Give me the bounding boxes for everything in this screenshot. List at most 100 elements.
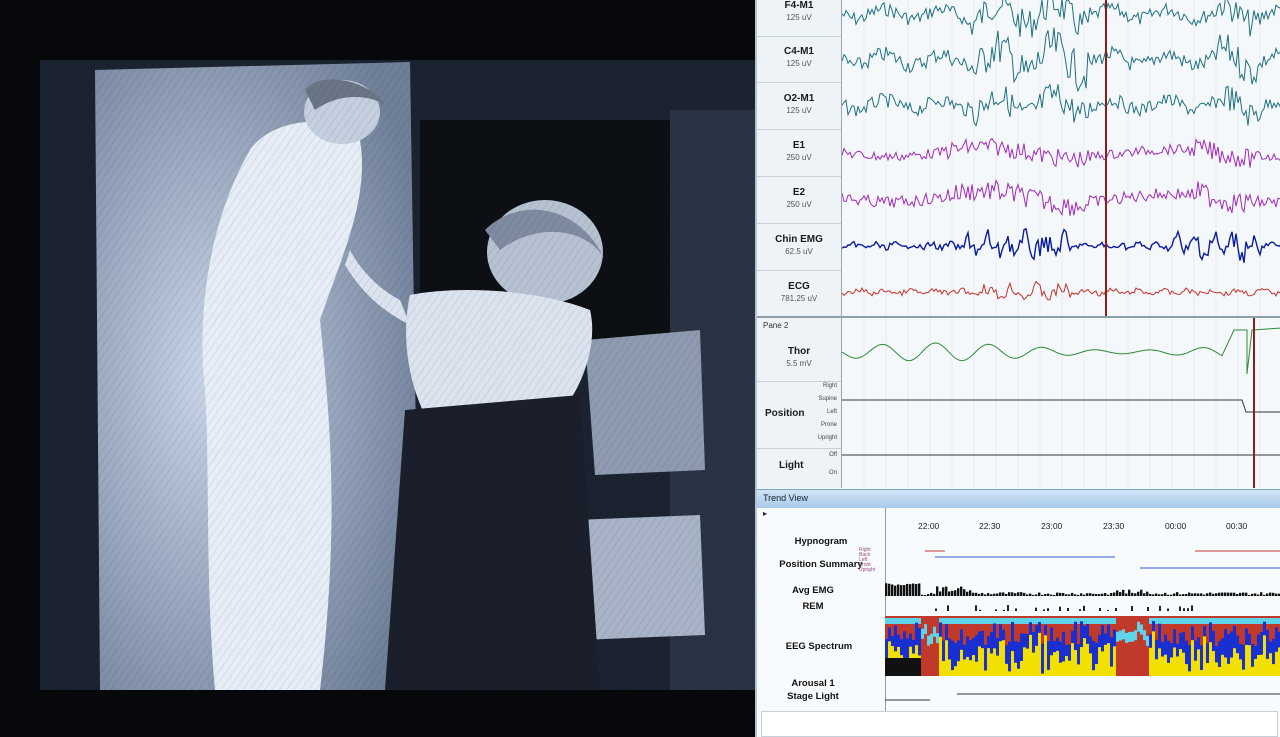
avg-emg-bar	[1227, 592, 1230, 596]
row-label-eeg-spectrum[interactable]: EEG Spectrum	[757, 641, 883, 652]
avg-emg-bar	[1209, 592, 1212, 596]
channel-label-c4-m1[interactable]: C4-M1 125 uV	[757, 37, 841, 83]
rem-tick	[1043, 609, 1045, 611]
rem-tick	[979, 609, 981, 611]
avg-emg-bar	[1173, 593, 1176, 596]
avg-emg-bar	[1110, 592, 1113, 596]
avg-emg-bar	[1230, 592, 1233, 596]
channel-label-e1[interactable]: E1 250 uV	[757, 131, 841, 177]
rem-tick	[935, 608, 937, 611]
pane2-waveforms[interactable]	[842, 318, 1280, 488]
avg-emg-bar	[1026, 594, 1029, 596]
pane1-waveforms[interactable]	[842, 0, 1280, 316]
row-label-arousal[interactable]: Arousal 1	[757, 678, 877, 689]
trend-view-footer-field[interactable]	[761, 711, 1278, 737]
channel-label-chin-emg[interactable]: Chin EMG 62.5 uV	[757, 225, 841, 271]
eeg-spectrum-column	[1203, 616, 1206, 676]
channel-label-f4-m1[interactable]: F4-M1 125 uV	[757, 0, 841, 37]
row-label-rem[interactable]: REM	[757, 601, 877, 612]
eeg-spectrum-column	[981, 616, 984, 676]
channel-label-ecg[interactable]: ECG 781.25 uV	[757, 272, 841, 316]
eeg-spectrum-column	[987, 616, 990, 676]
trend-view-titlebar[interactable]: Trend View	[757, 489, 1280, 509]
avg-emg-bar	[1068, 594, 1071, 596]
avg-emg-bar	[1260, 592, 1263, 596]
avg-emg-bar	[1233, 592, 1236, 596]
avg-emg-bar	[1044, 594, 1047, 596]
avg-emg-bar	[1119, 592, 1122, 596]
avg-emg-bar	[996, 593, 999, 596]
trend-view-panel: ▸ 22:00 22:30 23:00 23:30 00:00 00:30 Hy…	[757, 508, 1280, 737]
avg-emg-bar	[894, 585, 897, 596]
position-summary-tick: Upright	[859, 567, 876, 573]
eeg-spectrum-column	[906, 616, 909, 676]
eeg-spectrum-column	[1089, 616, 1092, 676]
row-label-stage-light[interactable]: Stage Light	[757, 691, 877, 702]
rem-tick	[1059, 606, 1061, 611]
trend-view-title: Trend View	[763, 493, 809, 503]
light-tick: On	[828, 470, 837, 476]
avg-emg-bar	[1002, 592, 1005, 596]
avg-emg-bar	[1221, 592, 1224, 596]
avg-emg-bar	[993, 593, 996, 596]
avg-emg-bar	[1218, 592, 1221, 596]
channel-gain: 781.25 uV	[780, 294, 818, 303]
eeg-spectrum-column	[1005, 616, 1008, 676]
channel-label-light[interactable]: Light Off On	[757, 448, 841, 486]
position-tick: Prone	[820, 422, 837, 428]
eeg-spectrum-column	[975, 616, 978, 676]
eeg-spectrum-column	[969, 616, 972, 676]
channel-label-position[interactable]: Position Right Supine Left Prone Upright	[757, 382, 841, 449]
eeg-spectrum-column	[1158, 616, 1161, 676]
row-label-hypnogram[interactable]: Hypnogram	[757, 536, 885, 547]
eeg-spectrum-column	[897, 616, 900, 676]
channel-gain: 125 uV	[786, 59, 812, 68]
eeg-spectrum-column	[1107, 616, 1110, 676]
avg-emg-bar	[936, 586, 939, 596]
channel-name: Thor	[787, 346, 811, 357]
eeg-spectrum-column	[1080, 616, 1083, 676]
eeg-spectrum-column	[1116, 616, 1119, 676]
eeg-spectrum-column	[1161, 616, 1164, 676]
eeg-spectrum-column	[1206, 616, 1209, 676]
eeg-spectrum-column	[1137, 616, 1140, 676]
channel-label-o2-m1[interactable]: O2-M1 125 uV	[757, 84, 841, 130]
eeg-spectrum-column	[1110, 616, 1113, 676]
light-tick: Off	[829, 452, 837, 458]
avg-emg-bar	[1122, 589, 1125, 596]
eeg-spectrum-column	[984, 616, 987, 676]
avg-emg-bar	[1170, 594, 1173, 596]
channel-name: E2	[792, 187, 806, 198]
eeg-spectrum-column	[1047, 616, 1050, 676]
eeg-spectrum-column	[924, 616, 927, 676]
eeg-spectrum-column	[1029, 616, 1032, 676]
channel-label-thor[interactable]: Thor 5.5 mV	[757, 332, 841, 382]
trend-graphs[interactable]	[885, 518, 1280, 708]
rem-tick	[1147, 606, 1149, 611]
eeg-spectrum-column	[1182, 616, 1185, 676]
channel-name: F4-M1	[784, 0, 814, 11]
row-label-avg-emg[interactable]: Avg EMG	[757, 585, 877, 596]
eeg-spectrum-column	[1053, 616, 1056, 676]
avg-emg-bar	[1080, 593, 1083, 596]
eeg-spectrum-column	[900, 616, 903, 676]
avg-emg-bar	[978, 593, 981, 596]
video-frame-illustration	[0, 0, 755, 737]
rem-tick	[1015, 608, 1017, 611]
channel-label-e2[interactable]: E2 250 uV	[757, 178, 841, 224]
channel-name: O2-M1	[783, 93, 815, 104]
position-tick: Right	[822, 383, 837, 389]
avg-emg-bar	[1245, 592, 1248, 596]
avg-emg-bar	[924, 594, 927, 596]
eeg-spectrum-column	[1209, 616, 1212, 676]
eeg-spectrum-column	[1260, 616, 1263, 676]
avg-emg-bar	[1275, 593, 1278, 596]
avg-emg-bar	[1140, 589, 1143, 596]
avg-emg-bar	[888, 583, 891, 596]
pane2-label-column: Pane 2 Thor 5.5 mV Position Right Supine…	[757, 318, 842, 488]
avg-emg-bar	[1125, 593, 1128, 596]
avg-emg-bar	[1269, 592, 1272, 596]
avg-emg-bar	[1239, 592, 1242, 596]
avg-emg-bar	[933, 593, 936, 596]
rem-tick	[947, 605, 949, 611]
